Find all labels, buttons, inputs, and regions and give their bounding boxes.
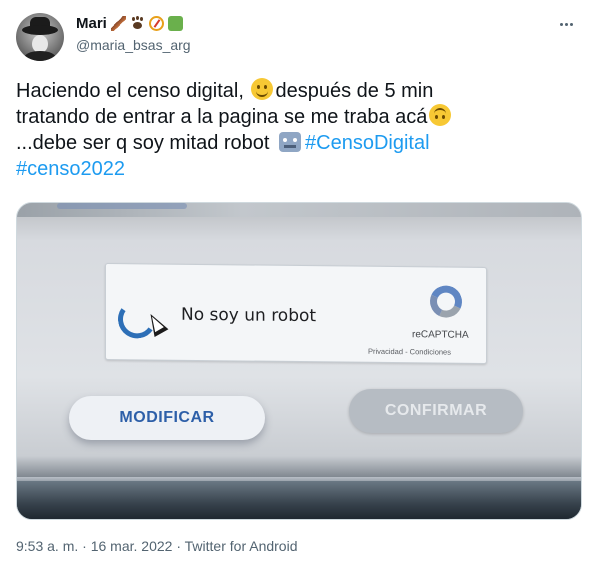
recaptcha-links: Privacidad - Condiciones (368, 346, 451, 357)
recaptcha-label: No soy un robot (181, 304, 317, 327)
slightly-smiling-face-icon (251, 78, 274, 100)
more-dot (564, 22, 568, 26)
tweet-text: Haciendo el censo digital, después de 5 … (16, 78, 578, 182)
tweet-photo[interactable]: No soy un robot reCAPTCHA Privacidad - C… (16, 202, 582, 520)
avatar-hat-brim (22, 25, 58, 35)
more-dot (569, 22, 573, 26)
recaptcha-logo-icon (425, 281, 467, 322)
tweet-time[interactable]: 9:53 a. m. (16, 538, 78, 554)
tweet-line-4: #censo2022 (16, 156, 578, 182)
author-name-row[interactable]: Mari (76, 15, 183, 32)
tweet-line-3: ...debe ser q soy mitad robot #CensoDigi… (16, 130, 578, 156)
avatar[interactable] (16, 13, 64, 61)
hashtag-censodigital[interactable]: #CensoDigital (305, 132, 430, 154)
robot-icon (279, 132, 302, 152)
more-options-icon[interactable] (554, 14, 578, 34)
recaptcha-logo-arc-top (425, 281, 467, 322)
tweet-line-2: tratando de entrar a la pagina se me tra… (16, 104, 578, 130)
tweet-date[interactable]: 16 mar. 2022 (91, 538, 173, 554)
tweet-line-1: Haciendo el censo digital, después de 5 … (16, 78, 578, 104)
hashtag-censo2022[interactable]: #censo2022 (16, 158, 125, 180)
recaptcha-brand: reCAPTCHA (412, 329, 469, 341)
photo-monitor-bezel (17, 481, 581, 519)
tweet-text-segment: después de 5 min (275, 80, 434, 102)
display-name[interactable]: Mari (76, 15, 107, 32)
more-dot (559, 22, 563, 26)
modify-button: MODIFICAR (69, 396, 265, 440)
upside-down-face-icon (429, 104, 452, 126)
puzzle-icon (167, 16, 183, 31)
tweet-text-segment: tratando de entrar a la pagina se me tra… (16, 106, 428, 128)
photo-header-blur (57, 203, 187, 209)
feather-icon (110, 16, 126, 31)
meta-separator: · (172, 538, 185, 554)
tweet-meta: 9:53 a. m. · 16 mar. 2022 · Twitter for … (16, 538, 297, 554)
compass-icon (148, 16, 164, 31)
avatar-body (24, 51, 56, 61)
tweet: Mari @maria_bsas_arg Haciendo el censo d… (0, 0, 594, 565)
tweet-text-segment: Haciendo el censo digital, (16, 80, 250, 102)
meta-separator: · (78, 538, 91, 554)
paw-icon (130, 16, 145, 31)
recaptcha-widget: No soy un robot reCAPTCHA Privacidad - C… (105, 262, 487, 365)
user-handle[interactable]: @maria_bsas_arg (76, 37, 191, 53)
tweet-source[interactable]: Twitter for Android (185, 538, 298, 554)
confirm-button: CONFIRMAR (349, 389, 523, 433)
tweet-text-segment: ...debe ser q soy mitad robot (16, 132, 276, 154)
